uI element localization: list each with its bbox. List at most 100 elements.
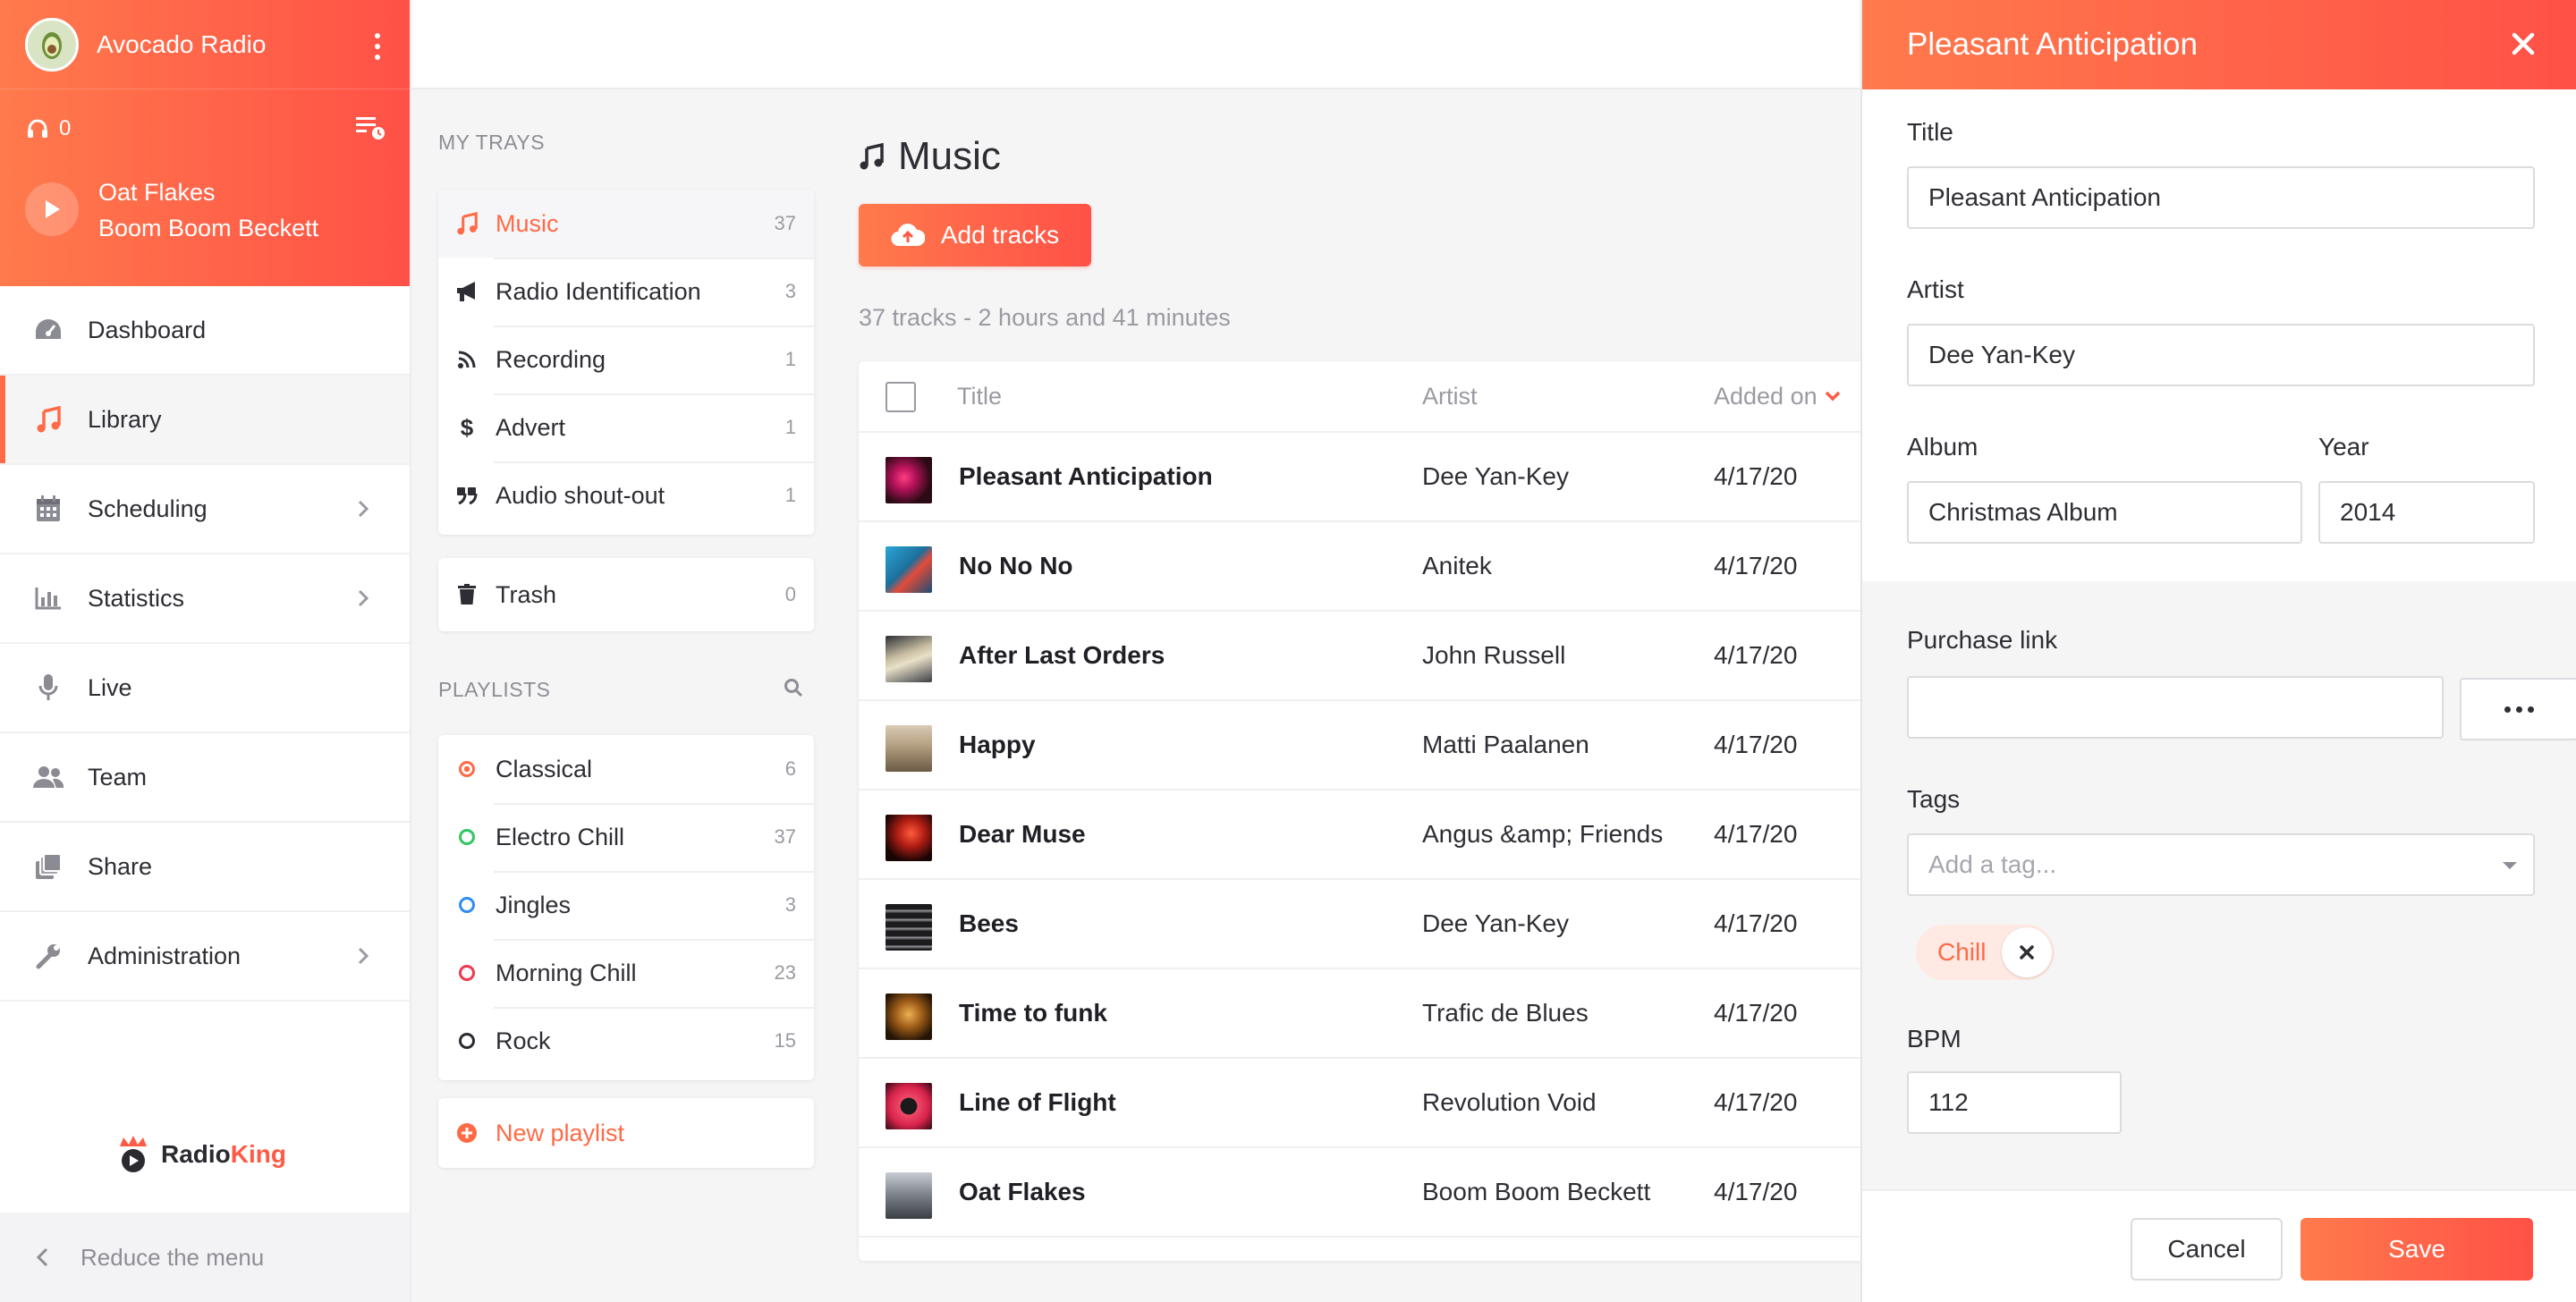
search-playlists-icon[interactable] — [784, 678, 803, 698]
table-row[interactable]: Time to funk Trafic de Blues 4/17/20 — [859, 969, 1860, 1059]
nav-scheduling[interactable]: Scheduling — [0, 465, 410, 554]
tray-trash[interactable]: Trash 0 — [438, 558, 814, 631]
dashboard-icon — [32, 317, 64, 342]
my-trays-heading: MY TRAYS — [438, 131, 546, 154]
playlist-count: 23 — [774, 961, 796, 984]
tray-count: 1 — [784, 484, 796, 506]
select-all-checkbox[interactable] — [886, 382, 916, 412]
tray-label: Recording — [496, 345, 606, 373]
chevron-right-icon — [358, 947, 369, 965]
playlist-count: 15 — [774, 1029, 796, 1052]
column-title[interactable]: Title — [957, 383, 1002, 410]
close-icon — [2512, 32, 2535, 55]
track-artist: Dee Yan-Key — [1422, 909, 1569, 937]
close-icon — [2020, 945, 2035, 960]
album-cover — [886, 1172, 932, 1219]
music-note-icon — [860, 143, 884, 170]
table-row[interactable]: Dear Muse Angus &amp; Friends 4/17/20 — [859, 790, 1860, 880]
tray-music[interactable]: Music 37 — [438, 190, 814, 258]
playlist-label: Classical — [496, 755, 593, 782]
track-artist: Revolution Void — [1422, 1088, 1597, 1116]
playlist-classical[interactable]: Classical 6 — [438, 735, 814, 803]
table-row[interactable]: After Last Orders John Russell 4/17/20 — [859, 612, 1860, 701]
nav-live[interactable]: Live — [0, 644, 410, 733]
track-artist: Boom Boom Beckett — [1422, 1178, 1651, 1205]
nav-administration[interactable]: Administration — [0, 912, 410, 1002]
nav-dashboard[interactable]: Dashboard — [0, 286, 410, 376]
panel-header: Pleasant Anticipation — [1862, 0, 2576, 89]
tray-advert[interactable]: $ Advert 1 — [438, 393, 814, 461]
reduce-menu-button[interactable]: Reduce the menu — [0, 1213, 410, 1302]
new-playlist-card: New playlist — [438, 1098, 814, 1168]
album-cover — [886, 636, 932, 682]
station-menu-button[interactable] — [360, 27, 395, 66]
tray-count: 37 — [774, 212, 796, 234]
table-row[interactable]: No No No Anitek 4/17/20 — [859, 522, 1860, 612]
nav-share[interactable]: Share — [0, 823, 410, 912]
microphone-icon — [32, 673, 64, 702]
tray-radio-identification[interactable]: Radio Identification 3 — [438, 258, 814, 326]
tags-select[interactable]: Add a tag... — [1907, 833, 2535, 896]
track-title: Bees — [959, 909, 1019, 937]
playlist-jingles[interactable]: Jingles 3 — [438, 871, 814, 939]
playlist-label: Jingles — [496, 891, 572, 918]
table-row[interactable]: Happy Matti Paalanen 4/17/20 — [859, 701, 1860, 790]
new-playlist-button[interactable]: New playlist — [438, 1098, 814, 1168]
caret-down-icon — [2503, 862, 2517, 869]
remove-tag-button[interactable] — [2002, 927, 2053, 977]
chevron-right-icon — [358, 589, 369, 607]
tag-chip: Chill — [1916, 925, 2055, 980]
queue-history-icon[interactable] — [356, 114, 386, 141]
tray-recording[interactable]: Recording 1 — [438, 326, 814, 393]
play-button[interactable] — [25, 182, 79, 236]
bpm-label: BPM — [1907, 1025, 1962, 1053]
add-tracks-button[interactable]: Add tracks — [859, 204, 1091, 266]
nav-team[interactable]: Team — [0, 733, 410, 823]
column-artist[interactable]: Artist — [1422, 383, 1478, 410]
more-options-button[interactable] — [2460, 678, 2576, 740]
track-added: 4/17/20 — [1714, 552, 1798, 579]
avocado-icon — [42, 31, 62, 59]
artist-label: Artist — [1907, 275, 1964, 303]
playlist-electro-chill[interactable]: Electro Chill 37 — [438, 803, 814, 871]
purchase-link-input[interactable] — [1907, 676, 2444, 739]
table-row[interactable]: Line of Flight Revolution Void 4/17/20 — [859, 1059, 1860, 1148]
now-playing-title: Oat Flakes — [98, 179, 216, 206]
artist-input[interactable]: Dee Yan-Key — [1907, 324, 2535, 386]
album-input[interactable]: Christmas Album — [1907, 481, 2302, 544]
table-row[interactable]: Pleasant Anticipation Dee Yan-Key 4/17/2… — [859, 433, 1860, 522]
tray-audio-shout-out[interactable]: Audio shout-out 1 — [438, 461, 814, 529]
column-added-on[interactable]: Added on — [1714, 383, 1841, 410]
track-title: Oat Flakes — [959, 1178, 1086, 1205]
year-input[interactable]: 2014 — [2318, 481, 2535, 544]
playlist-rock[interactable]: Rock 15 — [438, 1007, 814, 1075]
music-note-icon — [454, 212, 479, 235]
track-title: No No No — [959, 552, 1073, 579]
playlist-morning-chill[interactable]: Morning Chill 23 — [438, 939, 814, 1007]
title-input[interactable]: Pleasant Anticipation — [1907, 166, 2535, 229]
quote-icon — [454, 486, 479, 504]
cancel-button[interactable]: Cancel — [2131, 1218, 2283, 1281]
station-switcher[interactable]: Avocado Radio — [0, 0, 410, 89]
table-row[interactable]: Oat Flakes Boom Boom Beckett 4/17/20 — [859, 1148, 1860, 1238]
track-added: 4/17/20 — [1714, 641, 1798, 669]
save-button[interactable]: Save — [2301, 1218, 2533, 1281]
track-artist: Anitek — [1422, 552, 1492, 579]
table-row[interactable]: Bees Dee Yan-Key 4/17/20 — [859, 880, 1860, 969]
track-title: Line of Flight — [959, 1088, 1116, 1116]
sort-down-icon — [1825, 391, 1840, 402]
track-added: 4/17/20 — [1714, 731, 1798, 758]
bpm-input[interactable]: 112 — [1907, 1071, 2122, 1134]
megaphone-icon — [454, 281, 479, 302]
nav-statistics[interactable]: Statistics — [0, 554, 410, 644]
nav-label: Live — [88, 673, 132, 701]
track-added: 4/17/20 — [1714, 1178, 1798, 1205]
album-cover — [886, 546, 932, 593]
nav-library[interactable]: Library — [0, 376, 410, 465]
playlist-color-dot — [459, 897, 475, 913]
close-button[interactable] — [2510, 30, 2537, 57]
playlist-color-dot — [459, 1033, 475, 1049]
new-playlist-label: New playlist — [496, 1119, 625, 1146]
wrench-icon — [32, 943, 64, 969]
radioking-logo-icon — [120, 1136, 147, 1172]
